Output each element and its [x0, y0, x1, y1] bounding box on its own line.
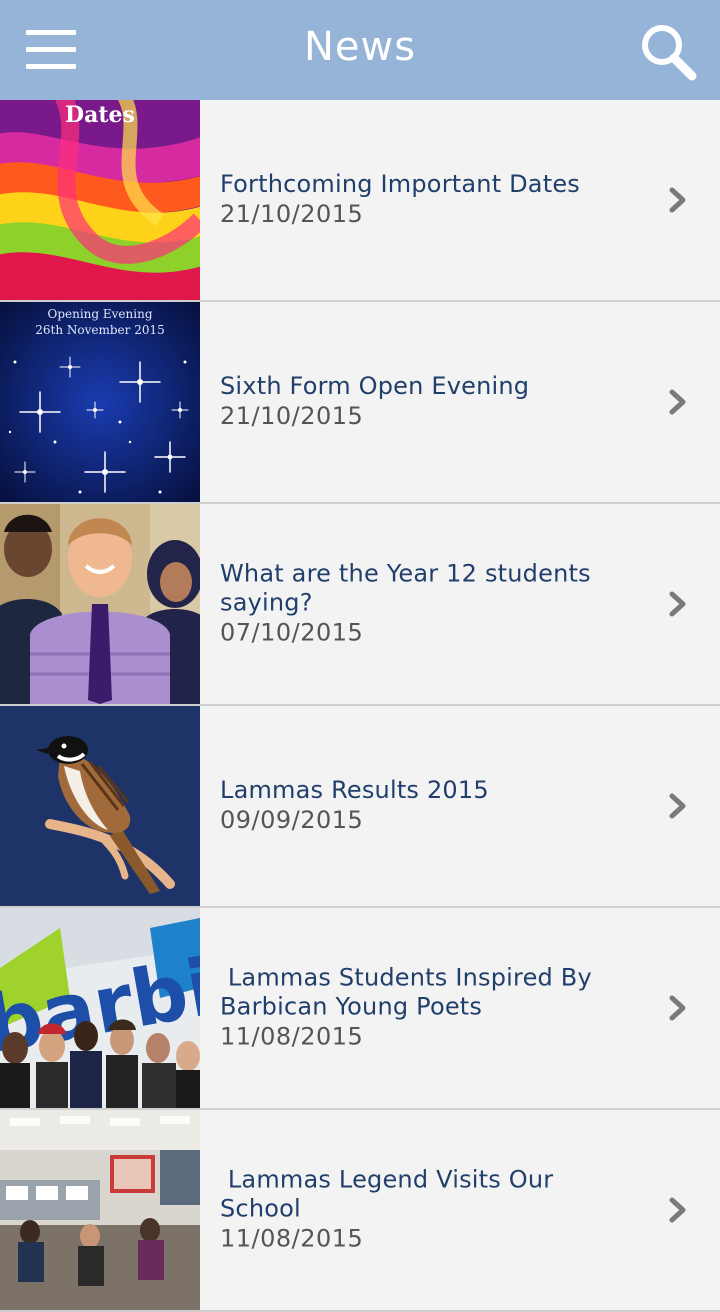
news-item-date: 11/08/2015 [220, 1224, 364, 1253]
news-item-title: Lammas Results 2015 [220, 776, 489, 804]
news-item-date: 09/09/2015 [220, 806, 364, 834]
bird-logo-image [0, 706, 200, 906]
news-list-item[interactable]: Lammas Results 2015 09/09/2015 [0, 706, 720, 908]
news-item-title: What are the Year 12 students saying? [220, 559, 591, 617]
page-title: News [303, 24, 417, 70]
app-header: News [0, 0, 720, 100]
thumb-caption: 26th November 2015 [35, 323, 165, 337]
classroom-photo [0, 1110, 200, 1310]
news-item-date: 11/08/2015 [220, 1022, 364, 1051]
chevron-right-icon [669, 187, 686, 213]
news-item-title: Sixth Form Open Evening [220, 372, 530, 400]
news-thumbnail [0, 504, 200, 704]
news-item-date: 21/10/2015 [220, 402, 364, 430]
hamburger-menu-icon[interactable] [26, 30, 76, 70]
news-item-date: 07/10/2015 [220, 618, 364, 647]
news-thumbnail: Dates [0, 100, 200, 300]
news-list-item[interactable]: Dates Forthcoming Important Dates 21/10/… [0, 100, 720, 302]
thumb-caption: Opening Evening [47, 307, 152, 321]
news-thumbnail [0, 1110, 200, 1310]
chevron-right-icon [669, 793, 686, 819]
news-list-item[interactable]: What are the Year 12 students saying? 07… [0, 504, 720, 706]
search-icon-graphic [642, 25, 697, 81]
news-item-title: Lammas Legend Visits Our School [220, 1165, 562, 1223]
news-list: Dates Forthcoming Important Dates 21/10/… [0, 100, 720, 1312]
chevron-right-icon [669, 995, 686, 1021]
thumb-caption: Dates [65, 102, 135, 128]
menu-bar [26, 30, 76, 35]
news-list-item[interactable]: Lammas Legend Visits Our School 11/08/20… [0, 1110, 720, 1312]
chevron-right-icon [669, 389, 686, 415]
search-icon[interactable] [636, 20, 700, 84]
news-list-item[interactable]: barbic Lammas Students Inspired By Barbi… [0, 908, 720, 1110]
starry-night-image: Opening Evening 26th November 2015 [0, 302, 200, 502]
menu-bar [26, 64, 76, 69]
news-thumbnail: barbic [0, 908, 200, 1108]
news-item-title: Forthcoming Important Dates [220, 170, 580, 198]
rainbow-swirl-image: Dates [0, 100, 200, 300]
news-item-title: Lammas Students Inspired By Barbican You… [220, 963, 600, 1021]
chevron-right-icon [669, 1197, 686, 1223]
menu-bar [26, 47, 76, 52]
students-photo [0, 504, 200, 704]
barbican-group-photo: barbic [0, 908, 200, 1108]
chevron-right-icon [669, 591, 686, 617]
news-list-item[interactable]: Opening Evening 26th November 2015 Sixth… [0, 302, 720, 504]
news-item-date: 21/10/2015 [220, 200, 364, 228]
news-thumbnail [0, 706, 200, 906]
news-thumbnail: Opening Evening 26th November 2015 [0, 302, 200, 502]
